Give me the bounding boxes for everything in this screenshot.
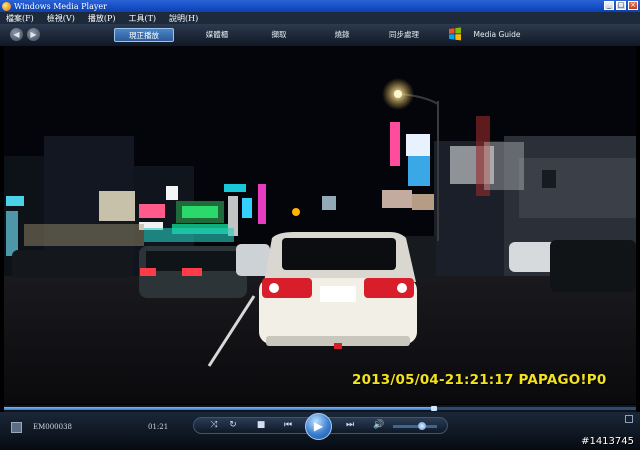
title-bar: Windows Media Player _ □ × — [0, 0, 640, 12]
repeat-icon[interactable]: ↻ — [226, 419, 240, 432]
previous-icon[interactable]: ⏮ — [277, 419, 299, 432]
back-arrow-icon[interactable]: ◀ — [10, 28, 23, 41]
volume-slider[interactable] — [393, 425, 437, 428]
tab-media-guide[interactable]: Media Guide — [470, 28, 524, 42]
seek-thumb[interactable] — [430, 406, 437, 411]
stop-icon[interactable]: ■ — [254, 419, 268, 432]
menu-bar: 檔案(F) 檢視(V) 播放(P) 工具(T) 說明(H) — [0, 12, 640, 24]
menu-tools[interactable]: 工具(T) — [122, 13, 163, 24]
tab-now-playing[interactable]: 現正播放 — [114, 28, 174, 42]
watermark-id: #1413745 — [581, 436, 634, 447]
filename-label: EM000038 — [33, 423, 72, 431]
night-street-scene — [4, 46, 636, 404]
close-button[interactable]: × — [628, 1, 638, 10]
forward-arrow-icon[interactable]: ▶ — [27, 28, 40, 41]
navigation-bar: ◀ ▶ 現正播放 媒體櫃 擷取 燒錄 同步處理 Media Guide — [0, 24, 640, 46]
play-button[interactable]: ▶ — [305, 413, 332, 440]
dashcam-timestamp-overlay: 2013/05/04-21:21:17 PAPAGO!P0 — [352, 372, 607, 388]
switch-to-compact-mode-icon[interactable] — [625, 415, 633, 423]
menu-help[interactable]: 說明(H) — [163, 13, 205, 24]
media-info-icon[interactable] — [11, 422, 22, 433]
window-title: Windows Media Player — [14, 1, 107, 11]
shuffle-icon[interactable]: ⤨ — [207, 419, 221, 432]
elapsed-time: 01:21 — [148, 423, 169, 431]
transport-controls: EM000038 01:21 ⤨ ↻ ■ ⏮ ▶ ⏭ 🔊 #1413745 — [0, 412, 640, 450]
minimize-button[interactable]: _ — [604, 1, 614, 10]
volume-icon[interactable]: 🔊 — [372, 419, 386, 432]
next-icon[interactable]: ⏭ — [339, 419, 361, 432]
windows-logo-icon — [449, 27, 461, 41]
window-controls: _ □ × — [604, 1, 638, 10]
seek-progress-fill — [4, 407, 434, 410]
tab-library[interactable]: 媒體櫃 — [195, 28, 239, 42]
seek-bar[interactable] — [4, 405, 636, 412]
menu-play[interactable]: 播放(P) — [82, 13, 123, 24]
video-display[interactable]: 2013/05/04-21:21:17 PAPAGO!P0 — [4, 46, 636, 404]
tab-burn[interactable]: 燒錄 — [325, 28, 359, 42]
tab-rip[interactable]: 擷取 — [262, 28, 296, 42]
media-player-icon — [2, 1, 11, 11]
volume-thumb[interactable] — [418, 422, 426, 430]
maximize-button[interactable]: □ — [616, 1, 626, 10]
menu-view[interactable]: 檢視(V) — [41, 13, 82, 24]
menu-file[interactable]: 檔案(F) — [0, 13, 41, 24]
tab-sync[interactable]: 同步處理 — [380, 28, 428, 42]
